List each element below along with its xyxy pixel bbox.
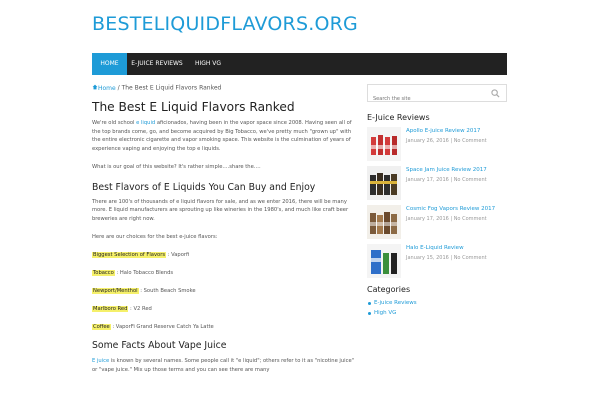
choice-label-highlight: Marlboro Red (92, 306, 129, 313)
choice-item: Marlboro Red : V2 Red (92, 306, 152, 313)
reviews-list: Apollo E-juice Review 2017 January 26, 2… (367, 127, 507, 283)
review-item: Apollo E-juice Review 2017 January 26, 2… (367, 127, 507, 166)
choice-label-highlight: Tobacco (92, 270, 115, 277)
sidebar: E-Juice Reviews Apollo E-juice Review 20… (367, 84, 507, 318)
search-icon[interactable] (491, 89, 500, 98)
page-title: The Best E Liquid Flavors Ranked (92, 100, 295, 114)
goal-paragraph: What is our goal of this website? It's r… (92, 163, 261, 170)
review-meta: January 17, 2016 | No Comment (406, 177, 487, 183)
review-thumbnail[interactable] (367, 244, 401, 278)
review-item: Cosmic Fog Vapors Review 2017 January 17… (367, 205, 507, 244)
breadcrumb-home-link[interactable]: Home (92, 85, 116, 92)
categories-list: E-juice Reviews High VG (367, 298, 507, 318)
search-input[interactable] (368, 91, 488, 107)
widget-title-categories: Categories (367, 285, 411, 294)
review-meta: January 15, 2016 | No Comment (406, 255, 487, 261)
category-link-high-vg[interactable]: High VG (367, 308, 507, 318)
review-thumbnail[interactable] (367, 127, 401, 161)
section-heading-facts: Some Facts About Vape Juice (92, 340, 227, 352)
review-title-link[interactable]: Cosmic Fog Vapors Review 2017 (406, 206, 495, 212)
review-item: Space Jam Juice Review 2017 January 17, … (367, 166, 507, 205)
section-heading-flavors: Best Flavors of E Liquids You Can Buy an… (92, 181, 316, 193)
main-content: Home / The Best E Liquid Flavors Ranked … (92, 84, 358, 375)
widget-title-reviews: E-Juice Reviews (367, 113, 430, 122)
facts-paragraph: E juice is known by several names. Some … (92, 358, 355, 374)
choice-item: Biggest Selection of Flavors : Vaporfi (92, 252, 190, 259)
choices-intro: Here are our choices for the best e-juic… (92, 233, 218, 240)
review-title-link[interactable]: Apollo E-juice Review 2017 (406, 128, 480, 134)
category-link-e-juice-reviews[interactable]: E-juice Reviews (367, 298, 507, 308)
review-item: Halo E-Liquid Review January 15, 2016 | … (367, 244, 507, 283)
review-title-link[interactable]: Halo E-Liquid Review (406, 245, 464, 251)
review-meta: January 17, 2016 | No Comment (406, 216, 487, 222)
nav-item-high-vg[interactable]: HIGH VG (187, 53, 229, 75)
choice-item: Coffee : VaporFi Grand Reserve Catch Ya … (92, 324, 214, 331)
review-meta: January 26, 2016 | No Comment (406, 138, 487, 144)
e-juice-link[interactable]: E juice (92, 358, 109, 364)
e-liquid-link[interactable]: e liquid (136, 120, 155, 126)
breadcrumb: Home / The Best E Liquid Flavors Ranked (92, 84, 358, 94)
site-title[interactable]: BESTELIQUIDFLAVORS.ORG (92, 13, 358, 35)
intro-paragraph: We're old school e liquid aficionados, h… (92, 120, 352, 153)
review-thumbnail[interactable] (367, 205, 401, 239)
search-box (367, 84, 507, 107)
breadcrumb-current: The Best E Liquid Flavors Ranked (121, 84, 222, 92)
nav-item-e-juice-reviews[interactable]: E-JUICE REVIEWS (127, 53, 187, 75)
breadcrumb-separator: / (117, 84, 120, 92)
choice-item: Tobacco : Halo Tobacco Blends (92, 270, 174, 277)
choice-label-highlight: Newport/Menthol (92, 288, 139, 295)
review-title-link[interactable]: Space Jam Juice Review 2017 (406, 167, 487, 173)
review-thumbnail[interactable] (367, 166, 401, 200)
nav-item-home[interactable]: HOME (92, 53, 127, 75)
main-navigation: HOME E-JUICE REVIEWS HIGH VG (92, 53, 507, 75)
choice-item: Newport/Menthol : South Beach Smoke (92, 288, 196, 295)
choice-label-highlight: Biggest Selection of Flavors (92, 252, 167, 259)
flavors-paragraph: There are 100's of thousands of e liquid… (92, 198, 349, 222)
choice-label-highlight: Coffee (92, 324, 111, 331)
